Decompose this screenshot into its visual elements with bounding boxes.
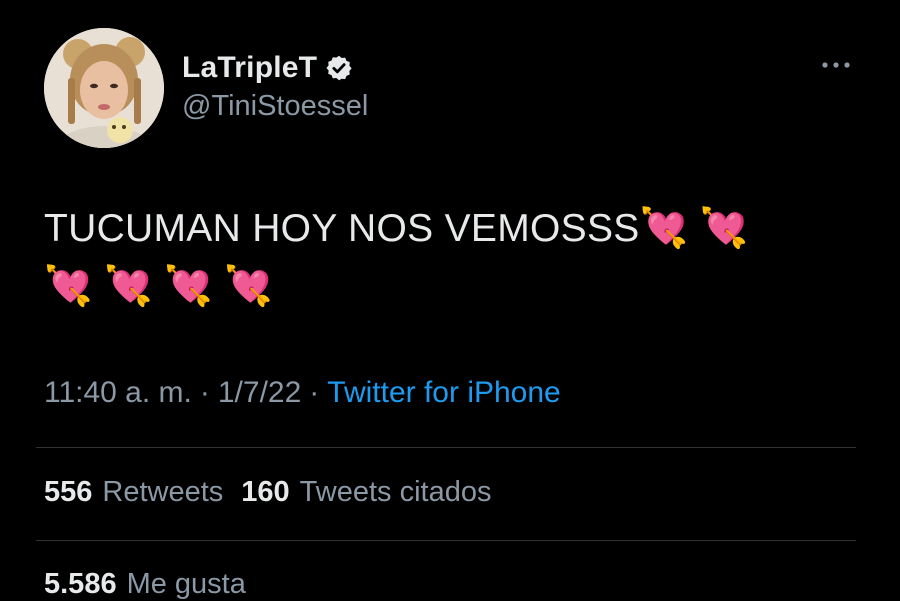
display-name: LaTripleT bbox=[182, 51, 318, 84]
tweet-text-content: TUCUMAN HOY NOS VEMOSSS bbox=[44, 207, 640, 250]
tweet-meta: 11:40 a. m. · 1/7/22 · Twitter for iPhon… bbox=[44, 376, 561, 410]
tweet-detail: LaTripleT @TiniStoessel TUCUMAN HOY NOS … bbox=[0, 0, 900, 600]
tweet-date[interactable]: 1/7/22 bbox=[218, 376, 301, 410]
retweets-label: Retweets bbox=[102, 476, 224, 508]
quote-tweets-label: Tweets citados bbox=[299, 476, 492, 508]
heart-arrow-emoji: 💘 bbox=[224, 265, 273, 308]
meta-separator: · bbox=[309, 376, 320, 409]
quote-tweets-count: 160 bbox=[241, 476, 290, 508]
likes-count: 5.586 bbox=[44, 568, 117, 600]
more-options-icon bbox=[822, 62, 850, 68]
avatar-image bbox=[44, 28, 164, 148]
heart-arrow-emoji: 💘 bbox=[164, 265, 213, 308]
engagement-row: 556 Retweets 160 Tweets citados bbox=[44, 476, 492, 509]
divider bbox=[36, 447, 856, 448]
heart-arrow-emoji: 💘 bbox=[699, 207, 749, 250]
likes-stat[interactable]: 5.586 Me gusta bbox=[44, 568, 246, 601]
verified-badge-icon bbox=[325, 54, 353, 82]
heart-arrow-emoji: 💘 bbox=[44, 265, 93, 308]
heart-arrow-emoji: 💘 bbox=[639, 207, 689, 250]
tweet-source-link[interactable]: Twitter for iPhone bbox=[327, 376, 560, 410]
display-name-row[interactable]: LaTripleT bbox=[182, 48, 353, 88]
retweets-stat[interactable]: 556 Retweets bbox=[44, 476, 223, 509]
user-handle[interactable]: @TiniStoessel bbox=[182, 90, 368, 123]
likes-row: 5.586 Me gusta bbox=[44, 568, 246, 601]
heart-arrow-emoji: 💘 bbox=[104, 265, 153, 308]
tweet-time[interactable]: 11:40 a. m. bbox=[44, 376, 192, 410]
likes-label: Me gusta bbox=[126, 568, 246, 600]
retweets-count: 556 bbox=[44, 476, 93, 508]
avatar[interactable] bbox=[44, 28, 164, 148]
quote-tweets-stat[interactable]: 160 Tweets citados bbox=[241, 476, 491, 509]
divider bbox=[36, 540, 856, 541]
tweet-text: TUCUMAN HOY NOS VEMOSSS💘 💘 💘 💘 💘 💘 bbox=[44, 200, 864, 316]
meta-separator: · bbox=[199, 376, 210, 409]
more-options-button[interactable] bbox=[814, 50, 858, 80]
